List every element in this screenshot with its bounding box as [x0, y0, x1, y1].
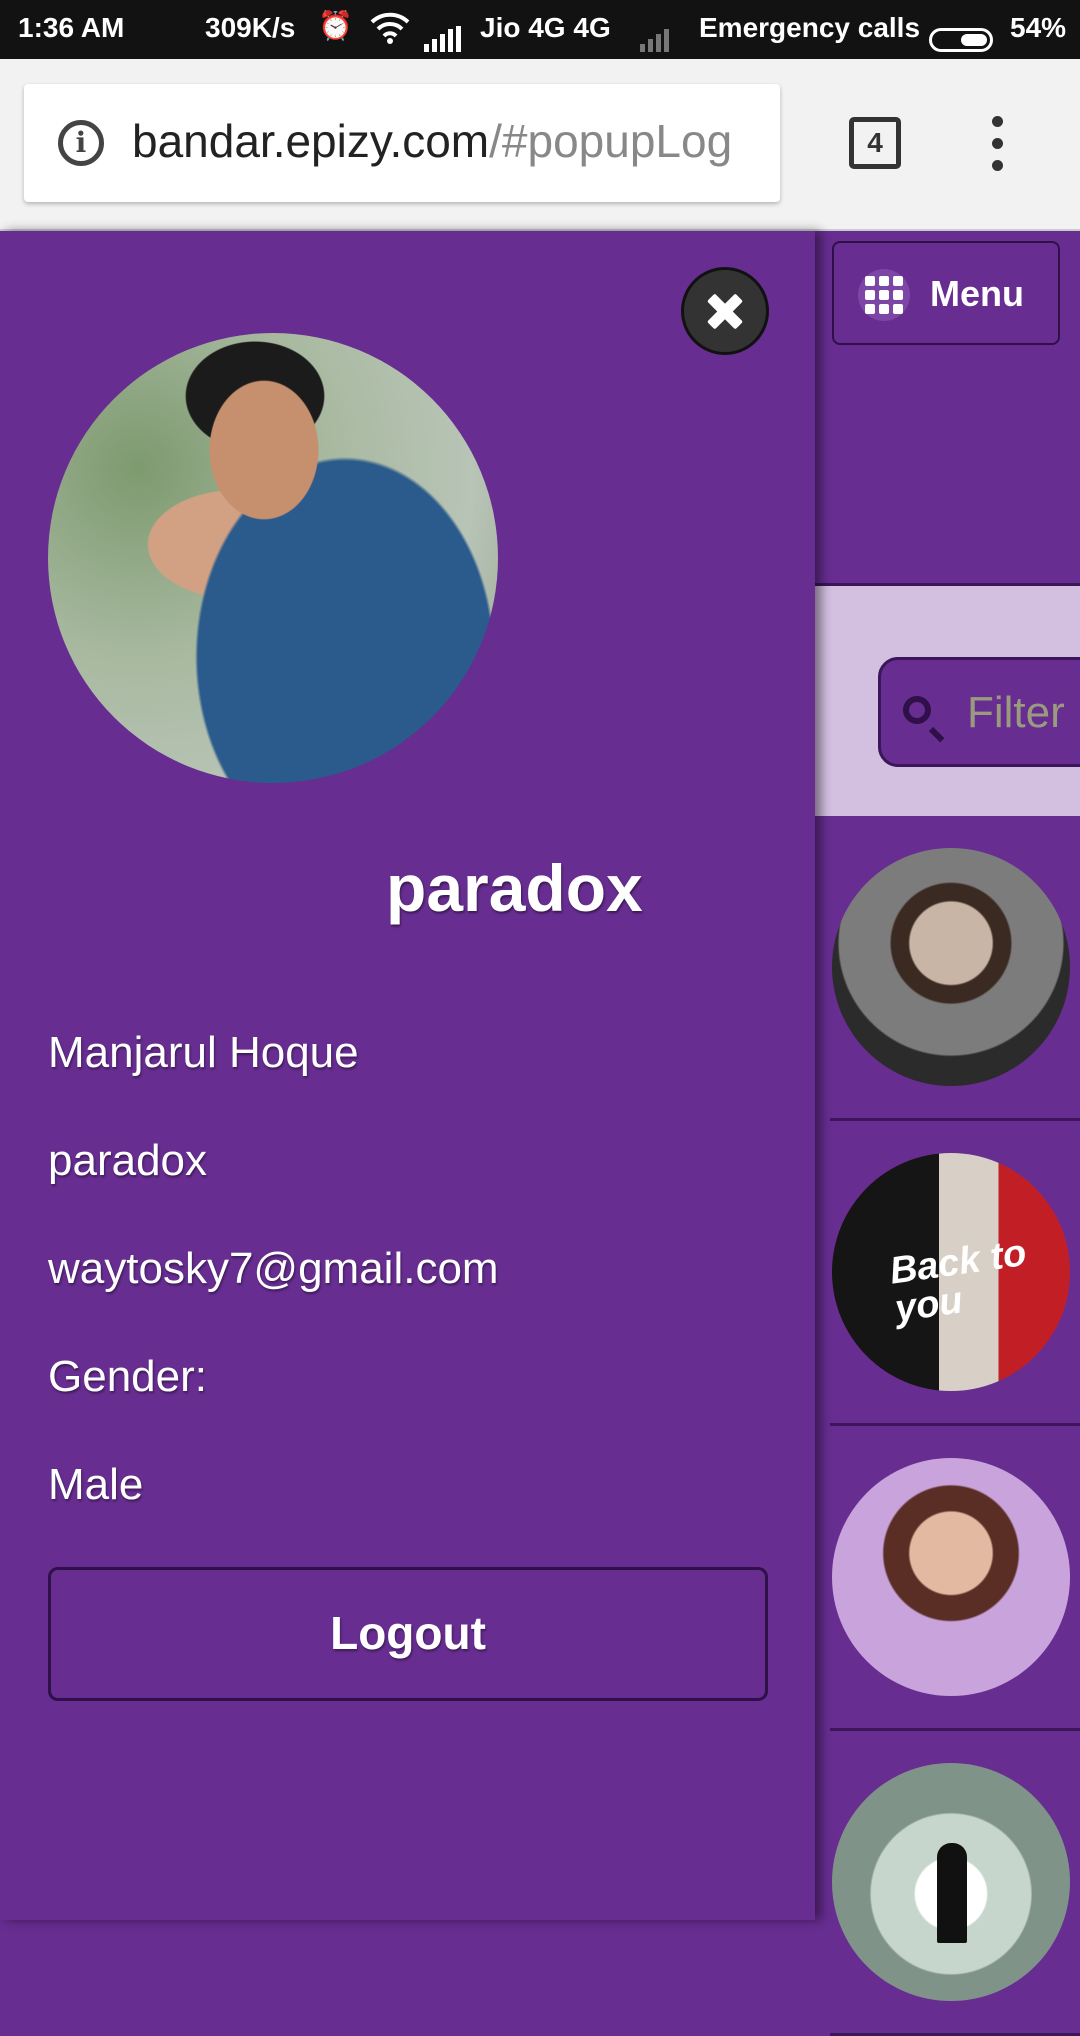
profile-username: paradox	[386, 851, 643, 925]
wifi-icon	[370, 10, 410, 51]
avatar	[48, 333, 498, 783]
album-cover	[832, 1763, 1070, 2001]
apps-grid-icon	[858, 269, 910, 321]
list-item[interactable]	[830, 1121, 1080, 1426]
browser-toolbar: i bandar.epizy.com/#popupLog 4	[0, 59, 1080, 231]
profile-gender-value: Male	[48, 1460, 144, 1509]
status-carrier: Jio 4G 4G	[480, 12, 611, 43]
url-bar[interactable]: i bandar.epizy.com/#popupLog	[24, 84, 780, 202]
status-bar: 1:36 AM 309K/s ⏰ Jio 4G 4G Emergency cal…	[0, 0, 1080, 59]
list-item[interactable]	[830, 1426, 1080, 1731]
more-options-icon[interactable]	[985, 116, 1009, 172]
close-icon[interactable]	[681, 267, 769, 355]
filter-placeholder: Filter	[967, 688, 1065, 737]
list-item[interactable]	[830, 816, 1080, 1121]
url-host: bandar.epizy.com	[132, 115, 490, 167]
alarm-icon: ⏰	[318, 10, 353, 41]
profile-email: waytosky7@gmail.com	[48, 1244, 499, 1293]
status-battery: 54%	[1010, 12, 1067, 43]
song-list	[830, 816, 1080, 2036]
profile-full-name: Manjarul Hoque	[48, 1028, 359, 1077]
album-cover	[832, 848, 1070, 1086]
album-cover	[832, 1153, 1070, 1391]
profile-gender-label: Gender:	[48, 1352, 207, 1401]
menu-label: Menu	[930, 273, 1024, 314]
tab-switcher-button[interactable]: 4	[849, 117, 901, 169]
status-emergency: Emergency calls	[699, 12, 921, 43]
album-cover	[832, 1458, 1070, 1696]
filter-input[interactable]: Filter	[878, 657, 1080, 767]
status-net-speed: 309K/s	[205, 12, 296, 43]
search-icon	[903, 696, 931, 724]
status-time: 1:36 AM	[18, 12, 125, 43]
url-path: /#popupLog	[489, 115, 733, 167]
list-item[interactable]	[830, 1731, 1080, 2036]
logout-button[interactable]: Logout	[48, 1567, 768, 1701]
menu-button[interactable]: Menu	[832, 241, 1060, 345]
profile-handle: paradox	[48, 1136, 208, 1185]
info-icon[interactable]: i	[58, 120, 104, 166]
url-text[interactable]: bandar.epizy.com/#popupLog	[132, 114, 732, 168]
